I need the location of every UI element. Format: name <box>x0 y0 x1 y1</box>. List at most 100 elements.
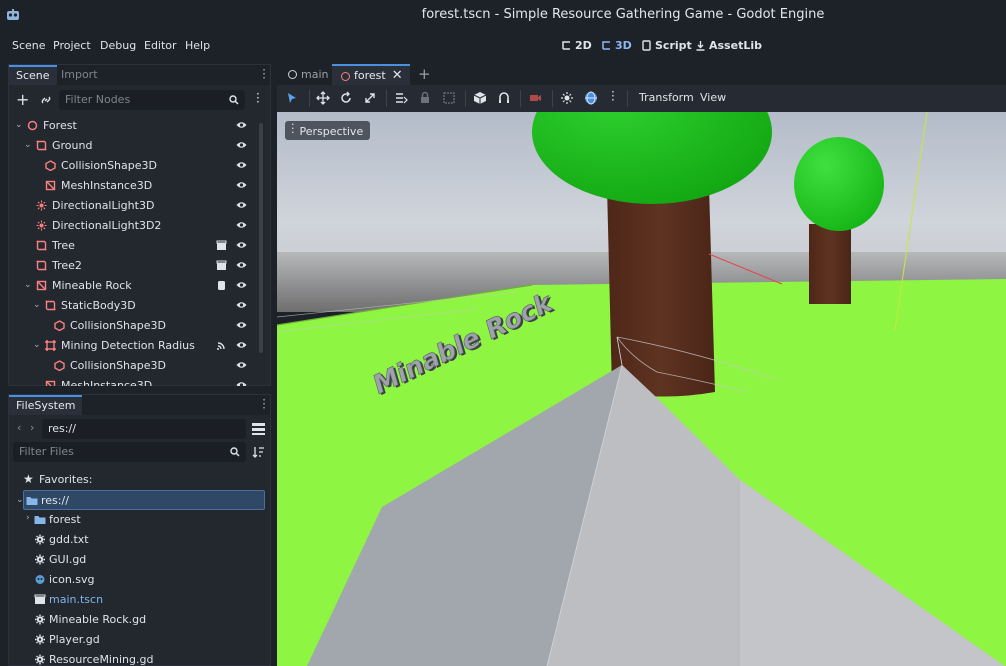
tree-node-row[interactable]: ⌄ StaticBody3D <box>9 296 259 316</box>
visibility-eye-icon[interactable] <box>236 221 247 229</box>
tree-node-row[interactable]: DirectionalLight3D2 <box>9 216 259 236</box>
workspace-assetlib-button[interactable]: AssetLib <box>695 39 762 52</box>
node3d-icon <box>341 72 350 81</box>
3d-viewport[interactable]: Minable Rock Minable Rock · · · Perspective <box>277 112 1006 666</box>
tree-node-row[interactable]: Tree2 <box>9 256 259 276</box>
camera-preview-icon[interactable] <box>528 91 542 105</box>
visibility-eye-icon[interactable] <box>236 361 247 369</box>
forward-arrow-icon[interactable]: › <box>30 421 34 434</box>
group-icon[interactable] <box>442 91 456 105</box>
dock-menu-icon[interactable]: · · · <box>262 64 266 84</box>
viewport-toolbar: · · · Transform View <box>277 85 1006 112</box>
perspective-button[interactable]: · · · Perspective <box>285 119 371 140</box>
list-select-icon[interactable] <box>394 91 408 105</box>
path-input[interactable]: res:// <box>42 419 246 439</box>
tree-node-row[interactable]: CollisionShape3D <box>9 156 259 176</box>
open-scene-icon[interactable] <box>216 240 227 251</box>
visibility-eye-icon[interactable] <box>236 381 247 386</box>
chevron-down-icon[interactable]: ⌄ <box>16 495 24 505</box>
tree-node-row[interactable]: ⌄ Mineable Rock <box>9 276 259 296</box>
scale-tool-icon[interactable] <box>363 91 377 105</box>
back-arrow-icon[interactable]: ‹ <box>17 421 21 434</box>
visibility-eye-icon[interactable] <box>236 241 247 249</box>
chevron-down-icon[interactable]: ⌄ <box>24 280 32 290</box>
sun-preview-icon[interactable] <box>560 91 574 105</box>
tree-node-row[interactable]: MeshInstance3D <box>9 176 259 196</box>
fs-dock-menu-icon[interactable]: · · · <box>262 394 266 414</box>
gear-file-icon <box>35 534 45 545</box>
menu-help[interactable]: Help <box>185 39 210 52</box>
link-icon[interactable] <box>40 94 52 106</box>
visibility-eye-icon[interactable] <box>236 281 247 289</box>
tree-node-row[interactable]: DirectionalLight3D <box>9 196 259 216</box>
workspace-script-button[interactable]: Script <box>641 39 692 52</box>
tab-import[interactable]: Import <box>54 65 105 85</box>
filesystem-dock-tabs: FileSystem · · · <box>9 394 270 415</box>
tab-main[interactable]: main <box>279 64 336 85</box>
tree-node-row[interactable]: ⌄ Mining Detection Radius <box>9 336 259 356</box>
scene-tree-scrollbar[interactable] <box>259 123 263 353</box>
visibility-eye-icon[interactable] <box>236 341 247 349</box>
tree-node-row[interactable]: CollisionShape3D <box>9 356 259 376</box>
tab-filesystem[interactable]: FileSystem <box>9 395 83 415</box>
tree-node-row[interactable]: ⌄ Forest <box>9 116 259 136</box>
select-tool-icon[interactable] <box>285 91 299 105</box>
chevron-down-icon[interactable]: ⌄ <box>33 300 41 310</box>
scene-options-icon[interactable]: · · · <box>256 88 260 108</box>
chevron-down-icon[interactable]: ⌄ <box>33 340 41 350</box>
close-tab-icon[interactable]: ✕ <box>392 68 403 83</box>
chevron-right-icon[interactable]: › <box>26 513 30 523</box>
file-item-root[interactable]: ⌄ res:// <box>16 490 265 510</box>
menu-debug[interactable]: Debug <box>100 39 136 52</box>
lock-icon[interactable] <box>418 91 432 105</box>
file-item[interactable]: icon.svg <box>9 570 267 590</box>
add-tab-icon[interactable]: + <box>418 65 431 83</box>
script-icon[interactable] <box>216 280 227 291</box>
menu-editor[interactable]: Editor <box>144 39 177 52</box>
tab-scene[interactable]: Scene <box>9 65 57 85</box>
perspective-label: Perspective <box>299 125 364 138</box>
tree-node-row[interactable]: Tree <box>9 236 259 256</box>
menu-scene[interactable]: Scene <box>12 39 46 52</box>
visibility-eye-icon[interactable] <box>236 321 247 329</box>
transform-menu[interactable]: Transform <box>639 91 694 104</box>
environment-preview-icon[interactable] <box>584 91 598 105</box>
chevron-down-icon[interactable]: ⌄ <box>24 140 32 150</box>
signal-icon[interactable] <box>216 340 227 351</box>
file-item[interactable]: ResourceMining.gd <box>9 650 267 666</box>
favorites-row[interactable]: ★ Favorites: <box>9 470 267 490</box>
tab-forest[interactable]: forest ✕ <box>332 64 410 85</box>
rotate-tool-icon[interactable] <box>339 91 353 105</box>
visibility-eye-icon[interactable] <box>236 181 247 189</box>
split-view-icon[interactable] <box>252 423 265 435</box>
tree-node-row[interactable]: ⌄ Ground <box>9 136 259 156</box>
file-item[interactable]: Player.gd <box>9 630 267 650</box>
filter-files-input[interactable]: Filter Files <box>13 442 246 462</box>
more-options-icon[interactable]: · · · <box>611 86 615 106</box>
visibility-eye-icon[interactable] <box>236 301 247 309</box>
view-menu[interactable]: View <box>700 91 726 104</box>
tree-node-row[interactable]: MeshInstance3D <box>9 376 259 386</box>
file-item[interactable]: GUI.gd <box>9 550 267 570</box>
snap-icon[interactable] <box>497 91 511 105</box>
sort-icon[interactable] <box>252 446 265 458</box>
file-item[interactable]: Mineable Rock.gd <box>9 610 267 630</box>
local-space-icon[interactable] <box>473 91 487 105</box>
file-item[interactable]: gdd.txt <box>9 530 267 550</box>
menu-project[interactable]: Project <box>53 39 91 52</box>
file-item[interactable]: main.tscn <box>9 590 267 610</box>
visibility-eye-icon[interactable] <box>236 261 247 269</box>
visibility-eye-icon[interactable] <box>236 201 247 209</box>
chevron-down-icon[interactable]: ⌄ <box>15 120 23 130</box>
move-tool-icon[interactable] <box>316 91 330 105</box>
add-node-icon[interactable]: + <box>16 90 29 109</box>
open-scene-icon[interactable] <box>216 260 227 271</box>
tree-node-row[interactable]: CollisionShape3D <box>9 316 259 336</box>
visibility-eye-icon[interactable] <box>236 141 247 149</box>
workspace-2d-button[interactable]: 2D <box>561 39 592 52</box>
file-item[interactable]: › forest <box>9 510 267 530</box>
visibility-eye-icon[interactable] <box>236 161 247 169</box>
filter-nodes-input[interactable]: Filter Nodes <box>59 90 245 110</box>
visibility-eye-icon[interactable] <box>236 121 247 129</box>
workspace-3d-button[interactable]: 3D <box>601 39 632 52</box>
